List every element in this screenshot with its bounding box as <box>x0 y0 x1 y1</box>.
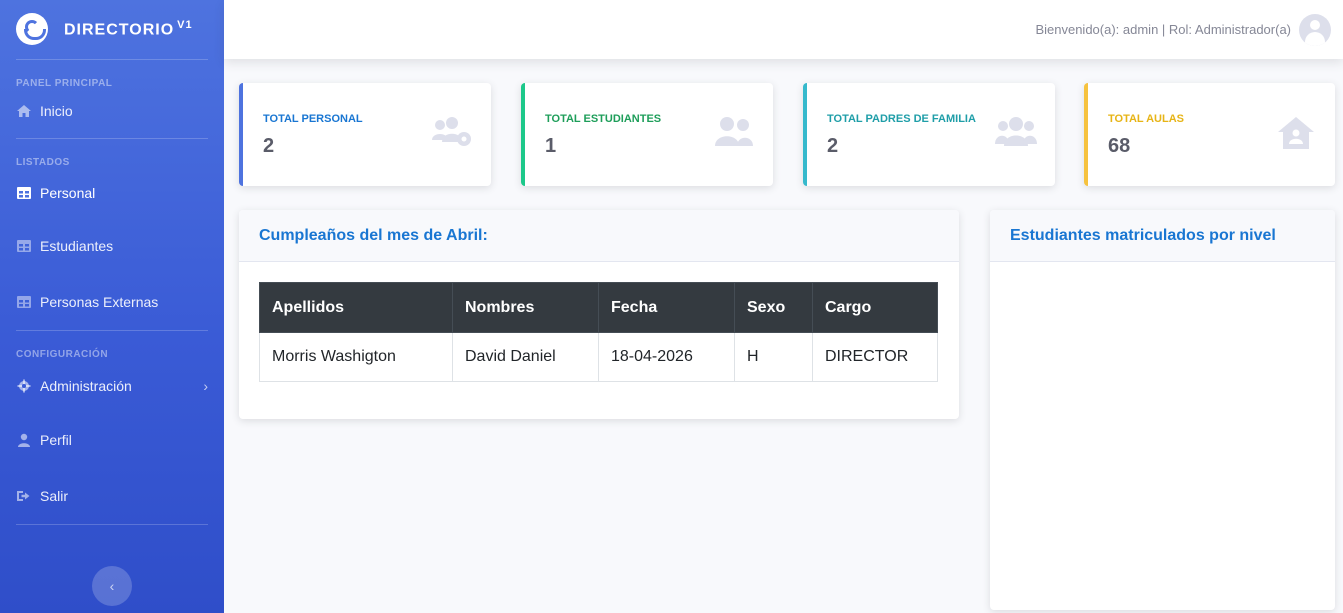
sign-out-icon <box>17 491 30 501</box>
brand-logo-icon <box>16 13 48 45</box>
sidebar: DIRECTORIO V1 PANEL PRINCIPAL Inicio LIST… <box>0 0 224 613</box>
table-cell: DIRECTOR <box>812 332 938 382</box>
sidebar-heading-configuracion: CONFIGURACIÓN <box>16 349 109 360</box>
home-icon <box>17 105 31 117</box>
table-cell: Morris Washigton <box>259 332 453 382</box>
column-header[interactable]: Fecha <box>598 282 735 333</box>
stat-card-estudiantes: TOTAL ESTUDIANTES 1 <box>521 83 773 186</box>
enrolled-title: Estudiantes matriculados por nivel <box>1010 226 1276 244</box>
stat-label: TOTAL AULAS <box>1108 113 1184 125</box>
sidebar-item-estudiantes[interactable]: Estudiantes <box>0 218 224 274</box>
table-icon <box>17 187 31 199</box>
stat-label: TOTAL PADRES DE FAMILIA <box>827 113 976 125</box>
stat-value: 2 <box>827 135 839 157</box>
column-header[interactable]: Cargo <box>812 282 938 333</box>
chevron-left-icon: ‹ <box>109 578 115 594</box>
sidebar-heading-panel: PANEL PRINCIPAL <box>16 78 113 89</box>
sidebar-item-label: Estudiantes <box>40 238 114 254</box>
enrolled-chart-area <box>990 262 1335 610</box>
topbar: Bienvenido(a): admin | Rol: Administrado… <box>224 0 1343 59</box>
house-user-icon <box>1278 117 1314 149</box>
stat-card-personal: TOTAL PERSONAL 2 <box>239 83 491 186</box>
table-cell: David Daniel <box>452 332 599 382</box>
avatar[interactable] <box>1299 13 1331 46</box>
brand[interactable]: DIRECTORIO V1 <box>0 0 224 58</box>
sidebar-item-label: Inicio <box>40 103 73 119</box>
sidebar-item-salir[interactable]: Salir <box>0 468 224 524</box>
stat-card-aulas: TOTAL AULAS 68 <box>1084 83 1335 186</box>
gear-icon <box>17 379 31 393</box>
sidebar-item-inicio[interactable]: Inicio <box>0 89 224 133</box>
birthdays-panel: Cumpleaños del mes de Abril: Apellidos N… <box>239 210 959 419</box>
sidebar-item-personas-externas[interactable]: Personas Externas <box>0 274 224 330</box>
table-icon <box>17 240 31 252</box>
sidebar-item-label: Personas Externas <box>40 294 159 310</box>
sidebar-item-label: Salir <box>40 488 69 504</box>
user-icon <box>18 433 30 447</box>
user-friends-icon <box>715 117 753 146</box>
users-cog-icon <box>432 117 471 146</box>
sidebar-divider <box>16 524 208 525</box>
sidebar-item-label: Administración <box>40 378 132 394</box>
enrolled-panel: Estudiantes matriculados por nivel <box>990 210 1335 610</box>
column-header[interactable]: Nombres <box>452 282 599 333</box>
sidebar-item-administracion[interactable]: Administración › <box>0 360 224 412</box>
sidebar-item-label: Perfil <box>40 432 72 448</box>
table-row: Morris Washigton David Daniel 18-04-2026… <box>259 332 938 382</box>
chevron-right-icon: › <box>203 378 208 394</box>
sidebar-item-label: Personal <box>40 185 96 201</box>
welcome-text: Bienvenido(a): admin | Rol: Administrado… <box>1035 22 1291 37</box>
stat-value: 2 <box>263 135 275 157</box>
sidebar-divider <box>16 138 208 139</box>
sidebar-divider <box>16 330 208 331</box>
table-cell: H <box>734 332 813 382</box>
table-cell: 18-04-2026 <box>598 332 735 382</box>
stat-label: TOTAL PERSONAL <box>263 113 363 125</box>
sidebar-item-personal[interactable]: Personal <box>0 168 224 218</box>
table-header-row: Apellidos Nombres Fecha Sexo Cargo <box>259 282 938 333</box>
stat-value: 1 <box>545 135 557 157</box>
table-icon <box>17 296 31 308</box>
stat-label: TOTAL ESTUDIANTES <box>545 113 662 125</box>
sidebar-heading-listados: LISTADOS <box>16 157 70 168</box>
brand-version: V1 <box>177 18 193 31</box>
stat-value: 68 <box>1108 135 1131 157</box>
sidebar-toggle-button[interactable]: ‹ <box>92 566 132 606</box>
sidebar-divider <box>16 59 208 60</box>
stat-card-padres: TOTAL PADRES DE FAMILIA 2 <box>803 83 1055 186</box>
column-header[interactable]: Apellidos <box>259 282 453 333</box>
column-header[interactable]: Sexo <box>734 282 813 333</box>
users-icon <box>995 117 1037 146</box>
brand-name: DIRECTORIO <box>64 21 175 39</box>
sidebar-item-perfil[interactable]: Perfil <box>0 412 224 468</box>
birthdays-title: Cumpleaños del mes de Abril: <box>259 226 488 244</box>
birthdays-table: Apellidos Nombres Fecha Sexo Cargo Morri… <box>259 282 938 382</box>
